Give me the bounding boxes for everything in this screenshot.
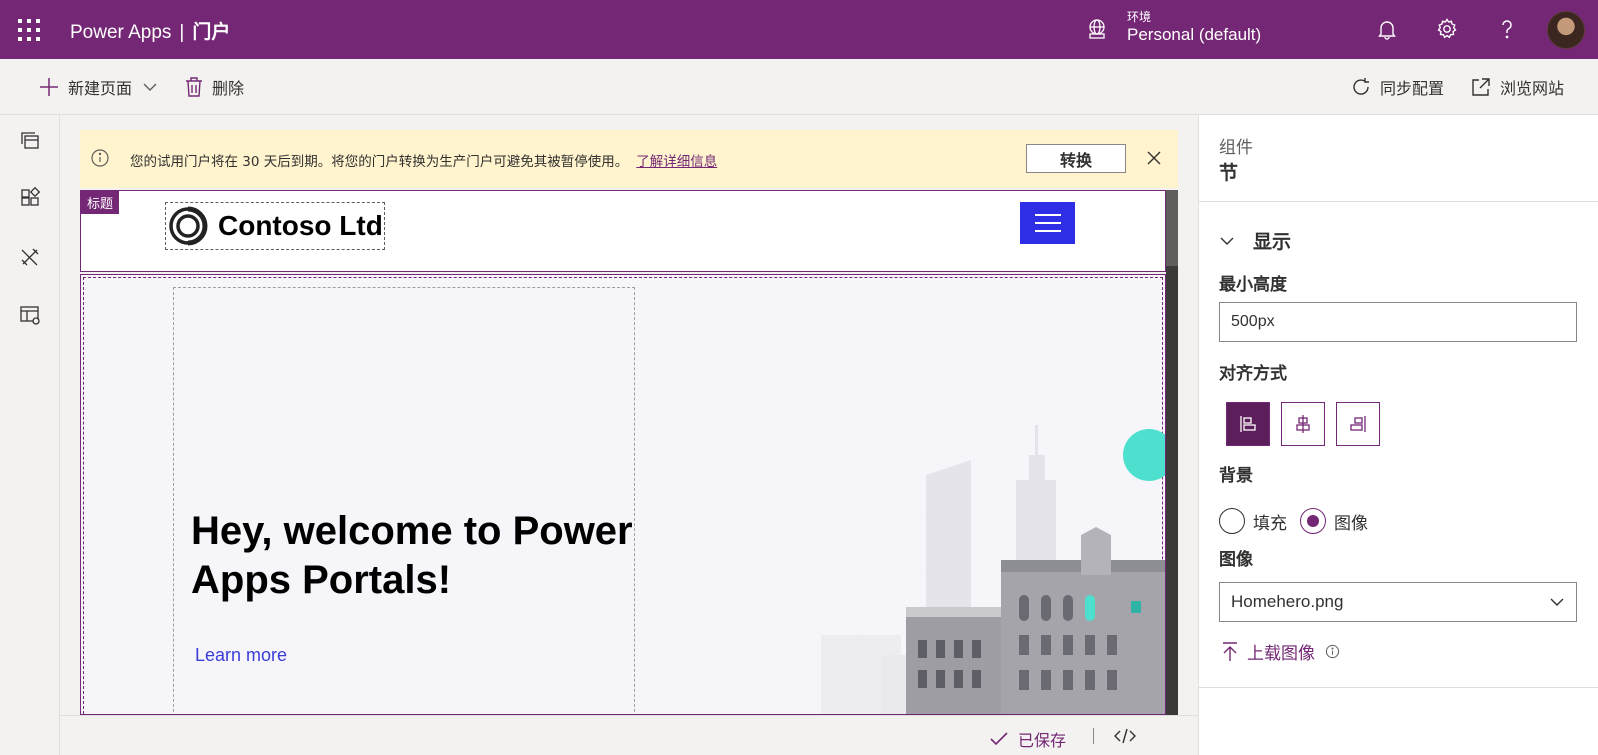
templates-settings-icon[interactable] (19, 304, 41, 326)
environment-selector[interactable]: Personal (default) (1127, 25, 1261, 45)
canvas-scrollbar[interactable] (1166, 190, 1178, 715)
help-question-icon[interactable] (1495, 17, 1519, 41)
bg-image-radio-circle[interactable] (1300, 508, 1326, 534)
new-page-button[interactable]: 新建页面 (38, 75, 158, 99)
align-right-button[interactable] (1336, 402, 1380, 446)
trial-banner: 您的试用门户将在 30 天后到期。将您的门户转换为生产门户可避免其被暂停使用。了… (80, 130, 1178, 188)
image-label: 图像 (1219, 550, 1253, 570)
bg-fill-label: 填充 (1253, 513, 1287, 534)
app-name: Power Apps (70, 22, 172, 43)
display-section-label: 显示 (1253, 231, 1292, 253)
delete-label: 删除 (212, 79, 245, 98)
site-header-section[interactable]: 标题 Contoso Ltd (80, 190, 1166, 272)
command-bar: 新建页面 删除 同步配置 浏览网站 (0, 59, 1598, 115)
convert-button[interactable]: 转换 (1026, 144, 1126, 173)
chevron-down-icon (1550, 598, 1564, 606)
align-center-button[interactable] (1281, 402, 1325, 446)
contoso-logo-icon (169, 206, 208, 246)
panel-divider (1199, 687, 1598, 688)
image-select-value: Homehero.png (1231, 592, 1344, 611)
chevron-down-icon (1220, 237, 1234, 245)
trash-icon (186, 77, 202, 97)
sync-config-label: 同步配置 (1380, 79, 1445, 98)
close-icon[interactable] (1143, 147, 1165, 169)
upload-arrow-icon (1223, 641, 1237, 661)
sync-icon (1353, 78, 1369, 95)
min-height-label: 最小高度 (1219, 275, 1287, 295)
plus-icon (40, 78, 58, 96)
hero-section[interactable]: Hey, welcome to Power Apps Portals! Lear… (80, 274, 1166, 715)
banner-message-text: 您的试用门户将在 30 天后到期。将您的门户转换为生产门户可避免其被暂停使用。 (130, 154, 629, 170)
align-left-icon (1240, 416, 1256, 432)
panel-divider (1199, 201, 1598, 202)
settings-gear-icon[interactable] (1435, 17, 1459, 41)
saved-label: 已保存 (1018, 731, 1067, 750)
background-label: 背景 (1219, 466, 1253, 486)
align-right-icon (1350, 416, 1366, 432)
display-section-toggle[interactable]: 显示 (1219, 227, 1291, 254)
notification-bell-icon[interactable] (1375, 17, 1399, 41)
environment-label: 环境 (1127, 10, 1152, 24)
min-height-input[interactable] (1219, 302, 1577, 342)
brand-separator: | (179, 22, 185, 43)
panel-subtitle: 组件 (1219, 138, 1253, 158)
site-logo[interactable]: Contoso Ltd (165, 202, 385, 250)
environment-icon[interactable] (1086, 18, 1108, 40)
sync-config-button[interactable]: 同步配置 (1350, 75, 1444, 99)
properties-panel: 组件 节 显示 最小高度 对齐方式 背景 填充 图像 图像 Homehero.p… (1198, 115, 1598, 755)
app-launcher-icon[interactable] (18, 19, 40, 41)
user-avatar[interactable] (1547, 11, 1585, 49)
align-center-icon (1296, 415, 1310, 433)
status-divider (1093, 728, 1094, 744)
new-page-label: 新建页面 (68, 79, 133, 98)
city-illustration (821, 425, 1165, 714)
alignment-label: 对齐方式 (1219, 364, 1287, 384)
saved-status: 已保存 (990, 727, 1066, 751)
components-icon[interactable] (19, 187, 41, 209)
hero-learn-more-link[interactable]: Learn more (195, 645, 287, 666)
banner-message: 您的试用门户将在 30 天后到期。将您的门户转换为生产门户可避免其被暂停使用。了… (130, 150, 717, 170)
bg-image-radio[interactable]: 图像 (1300, 508, 1368, 534)
app-brand[interactable]: Power Apps | 门户 (70, 17, 230, 44)
top-bar: Power Apps | 门户 环境 Personal (default) (0, 0, 1598, 59)
align-left-button[interactable] (1226, 402, 1270, 446)
browse-site-label: 浏览网站 (1500, 79, 1565, 98)
company-name: Contoso Ltd (218, 210, 383, 241)
code-editor-icon[interactable] (1114, 726, 1136, 746)
learn-more-link[interactable]: 了解详细信息 (636, 154, 717, 170)
checkmark-icon (990, 732, 1008, 746)
themes-icon[interactable] (19, 246, 41, 268)
header-tag: 标题 (81, 191, 120, 214)
browse-site-button[interactable]: 浏览网站 (1470, 75, 1564, 99)
left-tool-rail (0, 115, 60, 755)
pages-icon[interactable] (19, 129, 41, 151)
open-external-icon (1472, 78, 1490, 96)
bg-fill-radio-circle[interactable] (1219, 508, 1245, 534)
chevron-down-icon[interactable] (142, 79, 158, 95)
info-icon (91, 149, 109, 167)
portal-label: 门户 (192, 22, 231, 43)
canvas-scrollbar-thumb[interactable] (1166, 190, 1178, 266)
hamburger-menu-icon[interactable] (1020, 202, 1075, 244)
bg-fill-radio[interactable]: 填充 (1219, 508, 1287, 534)
bg-image-label: 图像 (1334, 513, 1368, 534)
delete-button[interactable]: 删除 (184, 75, 244, 99)
info-icon[interactable] (1325, 644, 1340, 659)
image-select[interactable]: Homehero.png (1219, 582, 1577, 622)
hero-title[interactable]: Hey, welcome to Power Apps Portals! (191, 507, 651, 605)
upload-image-label: 上载图像 (1247, 644, 1315, 664)
status-bar: 已保存 (60, 715, 1198, 755)
upload-image-button[interactable]: 上载图像 (1221, 639, 1348, 664)
panel-title: 节 (1219, 162, 1239, 184)
